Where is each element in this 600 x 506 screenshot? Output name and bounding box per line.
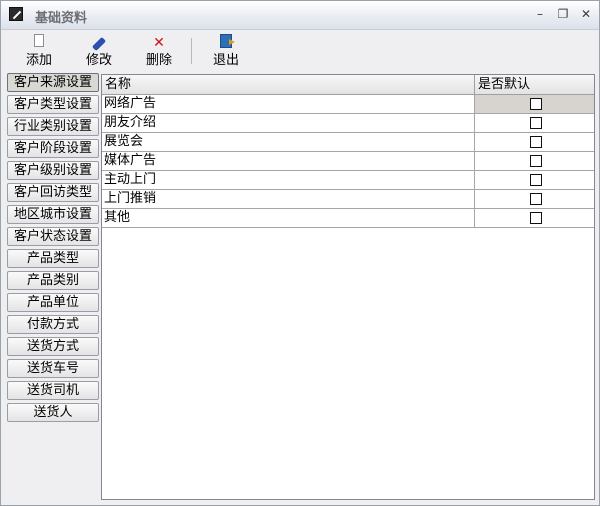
nav-item-customer-source[interactable]: 客户来源设置 [7, 73, 99, 92]
row-name-cell[interactable]: 朋友介绍 [102, 114, 475, 132]
table-row[interactable]: 上门推销 [102, 190, 594, 209]
delete-button-label: 删除 [145, 53, 172, 68]
grid-header: 名称 是否默认 [102, 75, 594, 95]
red-x-icon: ✕ [153, 35, 165, 51]
row-name-cell[interactable]: 上门推销 [102, 190, 475, 208]
row-name-cell[interactable]: 展览会 [102, 133, 475, 151]
nav-item-region-city[interactable]: 地区城市设置 [7, 205, 99, 224]
default-checkbox[interactable] [530, 117, 542, 129]
row-name-cell[interactable]: 媒体广告 [102, 152, 475, 170]
nav-item-delivery-person[interactable]: 送货人 [7, 403, 99, 422]
row-default-cell[interactable] [475, 209, 594, 227]
new-document-icon [17, 34, 61, 52]
nav-item-product-category[interactable]: 产品类别 [7, 271, 99, 290]
row-default-cell[interactable] [475, 152, 594, 170]
row-default-cell[interactable] [475, 171, 594, 189]
row-name-cell[interactable]: 其他 [102, 209, 475, 227]
nav-item-industry-category[interactable]: 行业类别设置 [7, 117, 99, 136]
default-checkbox[interactable] [530, 212, 542, 224]
edit-button-label: 修改 [85, 53, 112, 68]
nav-item-delivery-driver[interactable]: 送货司机 [7, 381, 99, 400]
exit-button[interactable]: 退出 [204, 32, 248, 70]
row-name-cell[interactable]: 主动上门 [102, 171, 475, 189]
category-nav: 客户来源设置 客户类型设置 行业类别设置 客户阶段设置 客户级别设置 客户回访类… [7, 73, 101, 427]
add-button-label: 添加 [25, 53, 52, 68]
table-row[interactable]: 其他 [102, 209, 594, 228]
delete-button[interactable]: ✕ 删除 [137, 32, 181, 70]
nav-item-product-unit[interactable]: 产品单位 [7, 293, 99, 312]
table-row[interactable]: 网络广告 [102, 95, 594, 114]
data-grid[interactable]: 名称 是否默认 网络广告 朋友介绍 展览会 媒体广告 主动上门 上门推销 其他 [101, 74, 595, 500]
nav-item-customer-type[interactable]: 客户类型设置 [7, 95, 99, 114]
nav-item-customer-level[interactable]: 客户级别设置 [7, 161, 99, 180]
base-data-window: 基础资料 – ❐ ✕ 添加 修改 ✕ 删除 退出 客户来源设置 客户类型设置 行… [0, 0, 600, 506]
close-button[interactable]: ✕ [577, 6, 595, 23]
toolbar-separator [191, 38, 192, 64]
nav-item-delivery-method[interactable]: 送货方式 [7, 337, 99, 356]
restore-button[interactable]: ❐ [554, 6, 572, 23]
nav-item-delivery-vehicle[interactable]: 送货车号 [7, 359, 99, 378]
column-header-name[interactable]: 名称 [102, 75, 475, 94]
exit-door-icon [204, 34, 248, 52]
nav-item-customer-stage[interactable]: 客户阶段设置 [7, 139, 99, 158]
window-title: 基础资料 [35, 11, 88, 26]
nav-item-visit-type[interactable]: 客户回访类型 [7, 183, 99, 202]
title-bar[interactable]: 基础资料 – ❐ ✕ [1, 1, 599, 30]
nav-item-customer-status[interactable]: 客户状态设置 [7, 227, 99, 246]
table-row[interactable]: 展览会 [102, 133, 594, 152]
column-header-default[interactable]: 是否默认 [475, 75, 594, 94]
nav-item-product-type[interactable]: 产品类型 [7, 249, 99, 268]
default-checkbox[interactable] [530, 155, 542, 167]
row-default-cell[interactable] [475, 95, 594, 113]
table-row[interactable]: 朋友介绍 [102, 114, 594, 133]
row-name-cell[interactable]: 网络广告 [102, 95, 475, 113]
toolbar: 添加 修改 ✕ 删除 退出 [1, 30, 599, 72]
minimize-button[interactable]: – [531, 6, 549, 23]
table-row[interactable]: 主动上门 [102, 171, 594, 190]
default-checkbox[interactable] [530, 136, 542, 148]
default-checkbox[interactable] [530, 98, 542, 110]
row-default-cell[interactable] [475, 133, 594, 151]
app-icon [9, 7, 23, 21]
default-checkbox[interactable] [530, 174, 542, 186]
row-default-cell[interactable] [475, 190, 594, 208]
exit-button-label: 退出 [212, 53, 239, 68]
add-button[interactable]: 添加 [17, 32, 61, 70]
edit-button[interactable]: 修改 [77, 32, 121, 70]
table-row[interactable]: 媒体广告 [102, 152, 594, 171]
pencil-icon [77, 34, 121, 52]
nav-item-payment-method[interactable]: 付款方式 [7, 315, 99, 334]
row-default-cell[interactable] [475, 114, 594, 132]
default-checkbox[interactable] [530, 193, 542, 205]
